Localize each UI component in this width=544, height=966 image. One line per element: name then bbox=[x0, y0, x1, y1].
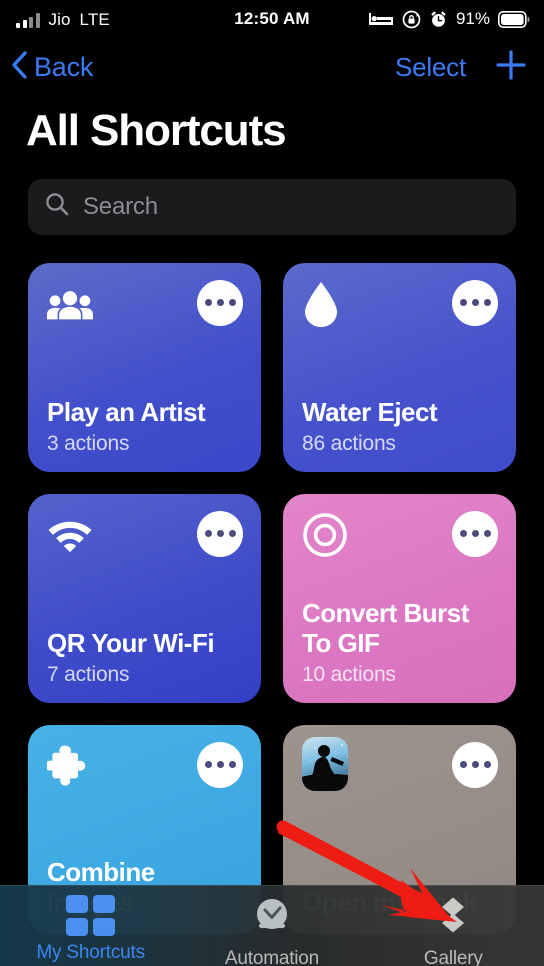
shortcut-name: Water Eject bbox=[302, 396, 438, 427]
tab-my-shortcuts-label: My Shortcuts bbox=[36, 942, 145, 963]
tab-my-shortcuts[interactable]: My Shortcuts bbox=[0, 895, 181, 964]
shortcut-name: Play an Artist bbox=[47, 396, 206, 427]
puzzle-piece-icon bbox=[47, 743, 93, 789]
shortcut-more-options-button[interactable] bbox=[197, 279, 243, 326]
search-input[interactable]: Search bbox=[28, 178, 516, 235]
people-icon bbox=[47, 281, 93, 327]
tab-gallery-label: Gallery bbox=[423, 948, 483, 966]
shortcut-more-options-button[interactable] bbox=[197, 510, 243, 557]
shortcut-card-play-an-artist[interactable]: Play an Artist 3 actions bbox=[28, 262, 261, 472]
back-button[interactable]: Back bbox=[10, 50, 93, 85]
wifi-icon bbox=[47, 512, 93, 558]
battery-percent-label: 91% bbox=[455, 9, 490, 28]
shortcut-action-count: 10 actions bbox=[302, 662, 396, 686]
shortcut-more-options-button[interactable] bbox=[452, 741, 498, 788]
shortcut-card-text: Water Eject 86 actions bbox=[302, 396, 497, 456]
page-title: All Shortcuts bbox=[26, 106, 287, 155]
shortcut-more-options-button[interactable] bbox=[452, 279, 498, 326]
shortcuts-grid: Play an Artist 3 actions Water Eject 86 … bbox=[0, 235, 544, 934]
tab-bar: My Shortcuts Automation Gallery bbox=[0, 885, 544, 966]
tab-automation[interactable]: Automation bbox=[181, 895, 362, 966]
rotation-lock-icon bbox=[402, 10, 421, 29]
add-shortcut-button[interactable] bbox=[494, 48, 528, 87]
shortcut-action-count: 3 actions bbox=[47, 431, 130, 455]
search-icon bbox=[44, 191, 70, 222]
search-placeholder: Search bbox=[83, 192, 158, 220]
shortcut-more-options-button[interactable] bbox=[197, 741, 243, 788]
concentric-circles-icon bbox=[302, 512, 348, 558]
status-bar: Jio LTE 12:50 AM 91% bbox=[0, 0, 544, 38]
navigation-actions: Select bbox=[395, 48, 528, 87]
bed-icon bbox=[368, 11, 394, 27]
water-drop-icon bbox=[302, 281, 348, 327]
select-button[interactable]: Select bbox=[395, 52, 466, 83]
grid-squares-icon bbox=[66, 895, 116, 936]
shortcut-name: Convert Burst To GIF bbox=[302, 598, 469, 658]
kindle-app-icon bbox=[302, 737, 348, 792]
shortcut-card-water-eject[interactable]: Water Eject 86 actions bbox=[283, 262, 516, 472]
back-button-label: Back bbox=[34, 51, 94, 82]
shortcut-card-text: Play an Artist 3 actions bbox=[47, 396, 242, 456]
battery-icon bbox=[498, 10, 530, 28]
layers-icon bbox=[431, 895, 475, 942]
status-bar-right: 91% bbox=[368, 9, 530, 29]
shortcut-more-options-button[interactable] bbox=[452, 510, 498, 557]
tab-automation-label: Automation bbox=[224, 948, 320, 966]
shortcut-card-convert-burst-to-gif[interactable]: Convert Burst To GIF 10 actions bbox=[283, 493, 516, 703]
shortcut-card-qr-your-wifi[interactable]: QR Your Wi-Fi 7 actions bbox=[28, 493, 261, 703]
shortcut-action-count: 7 actions bbox=[47, 662, 130, 686]
navigation-bar: Back Select bbox=[0, 38, 544, 96]
tab-gallery[interactable]: Gallery bbox=[363, 895, 544, 966]
search-section: Search bbox=[0, 157, 544, 235]
shortcut-card-text: Convert Burst To GIF 10 actions bbox=[302, 598, 497, 686]
shortcut-card-text: QR Your Wi-Fi 7 actions bbox=[47, 627, 242, 687]
clock-icon bbox=[251, 895, 293, 942]
shortcut-name: QR Your Wi-Fi bbox=[47, 627, 215, 658]
shortcut-action-count: 86 actions bbox=[302, 431, 396, 455]
alarm-clock-icon bbox=[429, 10, 448, 29]
chevron-left-icon bbox=[10, 50, 28, 85]
